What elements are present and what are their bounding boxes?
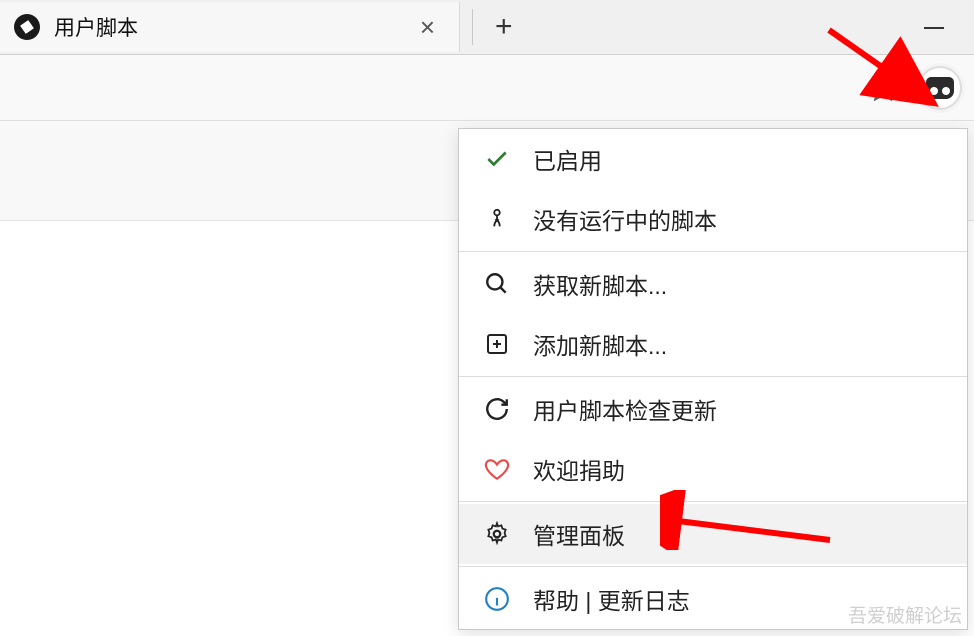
window-controls: [924, 0, 944, 55]
menu-check-updates[interactable]: 用户脚本检查更新: [459, 379, 967, 439]
extension-tampermonkey-icon[interactable]: [918, 66, 962, 110]
menu-label: 管理面板: [533, 517, 625, 551]
menu-divider: [459, 501, 967, 502]
tab-title: 用户脚本: [54, 12, 138, 42]
menu-label: 欢迎捐助: [533, 452, 625, 486]
address-bar: [0, 55, 974, 121]
menu-label: 添加新脚本...: [533, 327, 667, 361]
tab-strip: 用户脚本 × +: [0, 0, 974, 55]
menu-get-new-scripts[interactable]: 获取新脚本...: [459, 254, 967, 314]
heart-icon: [483, 455, 511, 483]
menu-label: 用户脚本检查更新: [533, 392, 717, 426]
search-icon: [483, 270, 511, 298]
tab-divider: [472, 9, 473, 45]
menu-divider: [459, 566, 967, 567]
menu-divider: [459, 376, 967, 377]
menu-donate[interactable]: 欢迎捐助: [459, 439, 967, 499]
favicon-tampermonkey-icon: [14, 14, 40, 40]
menu-label: 获取新脚本...: [533, 267, 667, 301]
menu-label: 已启用: [533, 142, 602, 176]
bookmark-star-icon[interactable]: [868, 73, 898, 103]
minimize-button[interactable]: [924, 27, 944, 29]
gear-icon: [483, 520, 511, 548]
menu-divider: [459, 251, 967, 252]
refresh-icon: [483, 395, 511, 423]
watermark-text: 吾爱破解论坛: [848, 601, 962, 628]
new-tab-button[interactable]: +: [485, 10, 523, 44]
menu-add-new-script[interactable]: 添加新脚本...: [459, 314, 967, 374]
menu-no-running-scripts[interactable]: 没有运行中的脚本: [459, 189, 967, 249]
browser-tab[interactable]: 用户脚本 ×: [0, 2, 460, 52]
script-icon: [483, 205, 511, 233]
check-icon: [483, 145, 511, 173]
close-tab-button[interactable]: ×: [414, 12, 441, 43]
menu-label: 帮助 | 更新日志: [533, 582, 690, 616]
plus-box-icon: [483, 330, 511, 358]
extension-dropdown-menu: 已启用 没有运行中的脚本 获取新脚本... 添加新脚本... 用户脚本检查更新 …: [458, 128, 968, 630]
menu-dashboard[interactable]: 管理面板: [459, 504, 967, 564]
menu-enabled[interactable]: 已启用: [459, 129, 967, 189]
info-icon: [483, 585, 511, 613]
menu-label: 没有运行中的脚本: [533, 202, 717, 236]
